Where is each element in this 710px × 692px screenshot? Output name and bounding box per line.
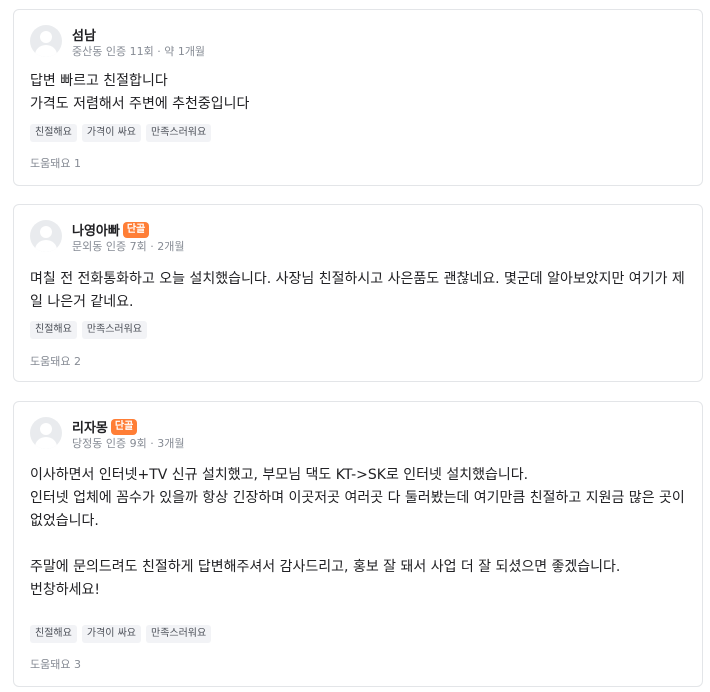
review-tags: 친절해요 가격이 싸요 만족스러워요 (30, 625, 212, 643)
review-tags: 친절해요 만족스러워요 (30, 321, 148, 339)
tag: 가격이 싸요 (81, 124, 141, 142)
regular-badge: 단골 (110, 418, 138, 435)
review-card: 섬남 중산동 인증 11회 · 약 1개월 답변 빠르고 친절합니다 가격도 저… (13, 9, 703, 186)
review-text: 며칠 전 전화통화하고 오늘 설치했습니다. 사장님 친절하시고 사은품도 괜찮… (30, 271, 685, 310)
avatar[interactable] (30, 417, 62, 449)
review-card: 리자몽 단골 당정동 인증 9회 · 3개월 이사하면서 인터넷+TV 신규 설… (13, 401, 703, 687)
tag: 만족스러워요 (146, 625, 212, 643)
author-meta: 문외동 인증 7회 · 2개월 (72, 240, 185, 253)
tag: 친절해요 (30, 321, 77, 339)
review-text: 답변 빠르고 친절합니다 가격도 저렴해서 주변에 추천중입니다 (30, 73, 250, 112)
helpful-button[interactable]: 도움돼요 1 (30, 155, 81, 171)
author-row: 섬남 (72, 25, 96, 44)
tag: 친절해요 (30, 124, 77, 142)
avatar[interactable] (30, 220, 62, 252)
review-text: 이사하면서 인터넷+TV 신규 설치했고, 부모님 댁도 KT->SK로 인터넷… (30, 467, 685, 598)
author-name[interactable]: 섬남 (72, 25, 96, 44)
tag: 만족스러워요 (146, 124, 212, 142)
author-row: 나영아빠 단골 (72, 220, 150, 239)
helpful-button[interactable]: 도움돼요 2 (30, 353, 81, 369)
author-meta: 당정동 인증 9회 · 3개월 (72, 437, 185, 450)
author-meta: 중산동 인증 11회 · 약 1개월 (72, 45, 206, 58)
review-card: 나영아빠 단골 문외동 인증 7회 · 2개월 며칠 전 전화통화하고 오늘 설… (13, 204, 703, 382)
regular-badge: 단골 (122, 221, 150, 238)
review-tags: 친절해요 가격이 싸요 만족스러워요 (30, 124, 212, 142)
avatar[interactable] (30, 25, 62, 57)
author-row: 리자몽 단골 (72, 417, 138, 436)
tag: 가격이 싸요 (81, 625, 141, 643)
helpful-button[interactable]: 도움돼요 3 (30, 656, 81, 672)
tag: 만족스러워요 (81, 321, 148, 339)
tag: 친절해요 (30, 625, 77, 643)
author-name[interactable]: 나영아빠 (72, 220, 120, 239)
author-name[interactable]: 리자몽 (72, 417, 108, 436)
